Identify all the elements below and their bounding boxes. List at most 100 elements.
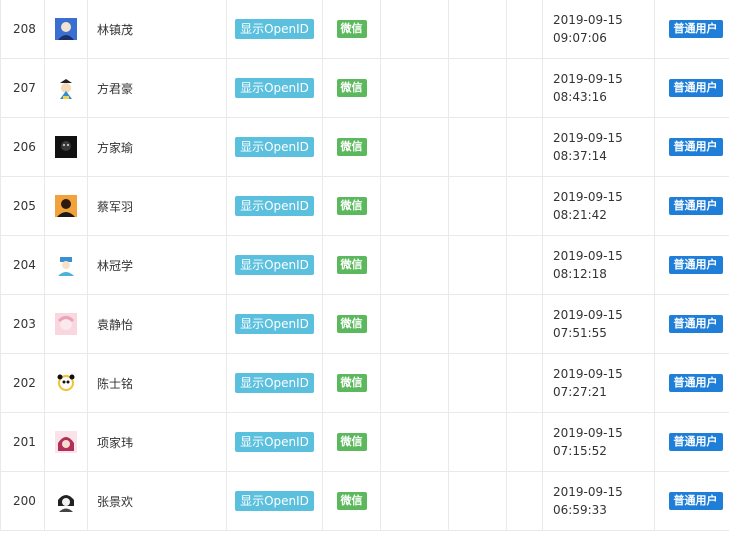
table-row: 201 项家玮 显示OpenID 微信 2019-09-15 07:15:52 普… <box>0 412 729 472</box>
role-badge: 普通用户 <box>668 315 723 333</box>
user-avatar[interactable] <box>55 18 77 40</box>
role-badge: 普通用户 <box>668 138 723 156</box>
register-clock: 09:07:06 <box>553 31 607 45</box>
user-avatar[interactable] <box>55 372 77 394</box>
role-badge: 普通用户 <box>668 256 723 274</box>
register-date: 2019-09-15 <box>553 13 623 27</box>
empty-cell <box>448 471 507 531</box>
empty-cell <box>448 117 507 177</box>
empty-cell <box>506 58 543 118</box>
user-avatar[interactable] <box>55 431 77 453</box>
source-badge: 微信 <box>336 374 367 392</box>
user-avatar[interactable] <box>55 313 77 335</box>
register-date: 2019-09-15 <box>553 367 623 381</box>
empty-cell <box>506 412 543 472</box>
empty-cell <box>380 0 449 59</box>
empty-cell <box>448 58 507 118</box>
user-id: 204 <box>0 235 45 295</box>
user-name: 方家瑜 <box>87 117 227 177</box>
register-time: 2019-09-15 09:07:06 <box>542 0 655 59</box>
register-time: 2019-09-15 08:12:18 <box>542 235 655 295</box>
empty-cell <box>448 235 507 295</box>
show-openid-button[interactable]: 显示OpenID <box>235 78 314 98</box>
user-id: 205 <box>0 176 45 236</box>
register-time: 2019-09-15 08:37:14 <box>542 117 655 177</box>
show-openid-button[interactable]: 显示OpenID <box>235 255 314 275</box>
register-clock: 07:51:55 <box>553 326 607 340</box>
role-badge: 普通用户 <box>668 374 723 392</box>
register-date: 2019-09-15 <box>553 131 623 145</box>
register-clock: 08:21:42 <box>553 208 607 222</box>
empty-cell <box>506 353 543 413</box>
show-openid-button[interactable]: 显示OpenID <box>235 432 314 452</box>
empty-cell <box>380 58 449 118</box>
user-name: 方君豪 <box>87 58 227 118</box>
user-name: 林镇茂 <box>87 0 227 59</box>
user-name: 张景欢 <box>87 471 227 531</box>
register-clock: 07:27:21 <box>553 385 607 399</box>
register-date: 2019-09-15 <box>553 426 623 440</box>
register-time: 2019-09-15 08:43:16 <box>542 58 655 118</box>
register-date: 2019-09-15 <box>553 308 623 322</box>
empty-cell <box>380 235 449 295</box>
empty-cell <box>380 176 449 236</box>
register-date: 2019-09-15 <box>553 249 623 263</box>
user-id: 201 <box>0 412 45 472</box>
user-avatar[interactable] <box>55 195 77 217</box>
register-time: 2019-09-15 07:15:52 <box>542 412 655 472</box>
empty-cell <box>506 294 543 354</box>
user-id: 206 <box>0 117 45 177</box>
empty-cell <box>448 0 507 59</box>
role-badge: 普通用户 <box>668 492 723 510</box>
role-badge: 普通用户 <box>668 79 723 97</box>
empty-cell <box>448 353 507 413</box>
source-badge: 微信 <box>336 79 367 97</box>
table-row: 206 方家瑜 显示OpenID 微信 2019-09-15 08:37:14 普… <box>0 117 729 177</box>
show-openid-button[interactable]: 显示OpenID <box>235 314 314 334</box>
user-id: 200 <box>0 471 45 531</box>
table-row: 202 陈士铭 显示OpenID 微信 2019-09-15 07:27:21 普… <box>0 353 729 413</box>
register-clock: 08:12:18 <box>553 267 607 281</box>
empty-cell <box>506 117 543 177</box>
empty-cell <box>380 294 449 354</box>
show-openid-button[interactable]: 显示OpenID <box>235 491 314 511</box>
user-avatar[interactable] <box>55 490 77 512</box>
user-name: 袁静怡 <box>87 294 227 354</box>
role-badge: 普通用户 <box>668 20 723 38</box>
table-row: 205 蔡军羽 显示OpenID 微信 2019-09-15 08:21:42 普… <box>0 176 729 236</box>
empty-cell <box>506 235 543 295</box>
table-row: 204 林冠学 显示OpenID 微信 2019-09-15 08:12:18 普… <box>0 235 729 295</box>
table-row: 208 林镇茂 显示OpenID 微信 2019-09-15 09:07:06 普… <box>0 0 729 59</box>
register-date: 2019-09-15 <box>553 485 623 499</box>
source-badge: 微信 <box>336 197 367 215</box>
empty-cell <box>380 117 449 177</box>
user-name: 蔡军羽 <box>87 176 227 236</box>
table-row: 203 袁静怡 显示OpenID 微信 2019-09-15 07:51:55 普… <box>0 294 729 354</box>
user-id: 208 <box>0 0 45 59</box>
register-date: 2019-09-15 <box>553 190 623 204</box>
user-table-body: 208 林镇茂 显示OpenID 微信 2019-09-15 09:07:06 普… <box>0 0 729 531</box>
register-clock: 08:43:16 <box>553 90 607 104</box>
user-id: 207 <box>0 58 45 118</box>
source-badge: 微信 <box>336 20 367 38</box>
register-time: 2019-09-15 07:27:21 <box>542 353 655 413</box>
show-openid-button[interactable]: 显示OpenID <box>235 137 314 157</box>
show-openid-button[interactable]: 显示OpenID <box>235 196 314 216</box>
empty-cell <box>448 294 507 354</box>
user-avatar[interactable] <box>55 77 77 99</box>
user-name: 林冠学 <box>87 235 227 295</box>
empty-cell <box>506 176 543 236</box>
empty-cell <box>448 412 507 472</box>
register-clock: 06:59:33 <box>553 503 607 517</box>
user-name: 项家玮 <box>87 412 227 472</box>
source-badge: 微信 <box>336 433 367 451</box>
user-avatar[interactable] <box>55 254 77 276</box>
user-table: 208 林镇茂 显示OpenID 微信 2019-09-15 09:07:06 普… <box>0 0 729 531</box>
show-openid-button[interactable]: 显示OpenID <box>235 19 314 39</box>
user-avatar[interactable] <box>55 136 77 158</box>
empty-cell <box>380 412 449 472</box>
table-row: 200 张景欢 显示OpenID 微信 2019-09-15 06:59:33 普… <box>0 471 729 531</box>
register-date: 2019-09-15 <box>553 72 623 86</box>
show-openid-button[interactable]: 显示OpenID <box>235 373 314 393</box>
empty-cell <box>448 176 507 236</box>
